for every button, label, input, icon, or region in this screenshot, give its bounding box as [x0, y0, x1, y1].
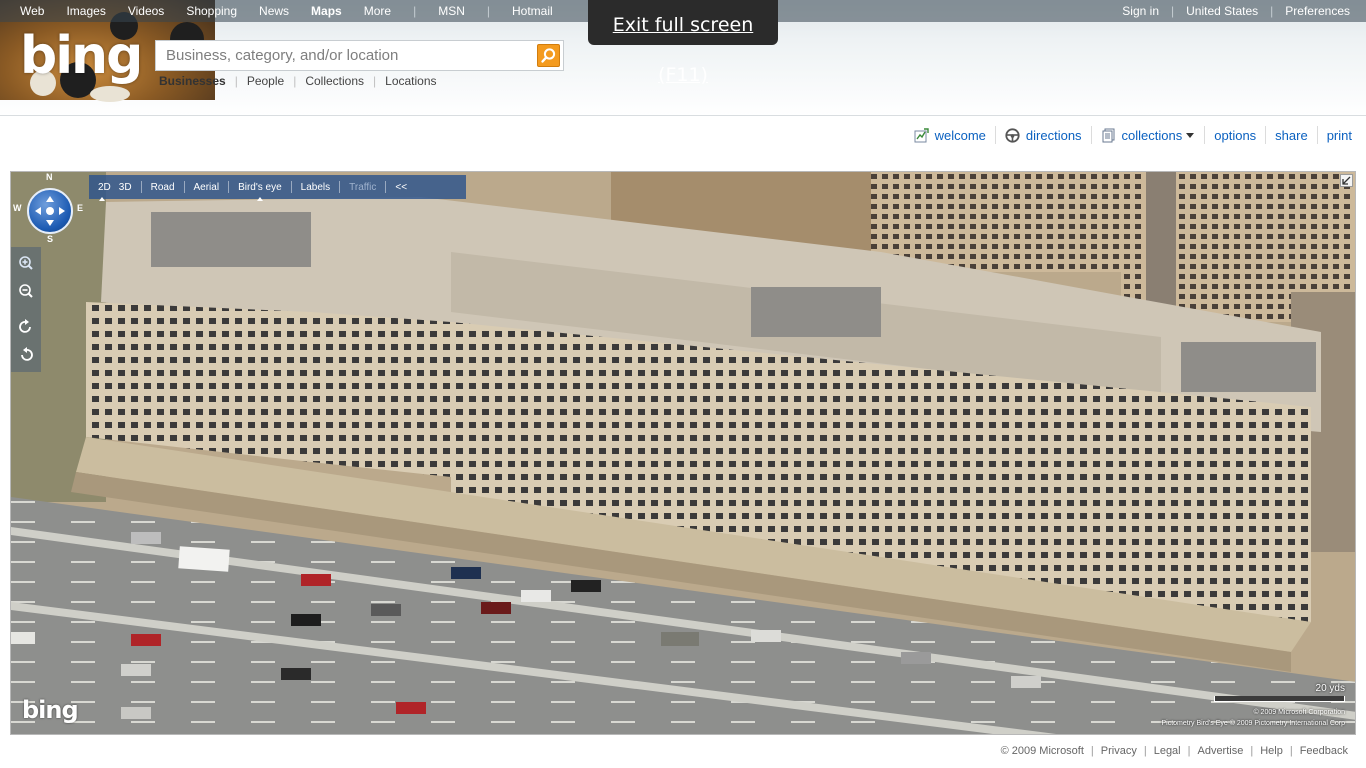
collections-icon	[1102, 128, 1115, 142]
zoom-rotate-panel	[11, 247, 41, 372]
directions-label: directions	[1025, 127, 1082, 143]
compass-control: N W E S	[11, 172, 89, 247]
search-button[interactable]	[537, 44, 560, 67]
share-link[interactable]: share	[1275, 128, 1308, 143]
scope-collections[interactable]: Collections	[305, 74, 364, 88]
nav-videos[interactable]: Videos	[128, 4, 164, 18]
nav-web[interactable]: Web	[20, 4, 44, 18]
compass-east: E	[77, 203, 84, 213]
zoom-out-button[interactable]	[18, 283, 34, 299]
nav-maps[interactable]: Maps	[311, 4, 342, 18]
print-link[interactable]: print	[1327, 128, 1352, 143]
sign-in-link[interactable]: Sign in	[1122, 4, 1159, 18]
map-style-toolbar: 2D 3D Road Aerial Bird's eye Labels Traf…	[89, 175, 466, 201]
birds-eye-aerial-image	[11, 172, 1355, 734]
compass-north: N	[46, 172, 53, 182]
region-link[interactable]: United States	[1186, 4, 1258, 18]
minimap-toggle-button[interactable]	[1340, 174, 1353, 187]
welcome-link[interactable]: welcome	[914, 128, 986, 143]
nav-shopping[interactable]: Shopping	[186, 4, 237, 18]
search-icon	[541, 48, 556, 63]
nav-msn[interactable]: MSN	[438, 4, 465, 18]
collections-link[interactable]: collections	[1101, 128, 1196, 143]
scale-label: 20 yds	[1315, 683, 1345, 694]
aerial-style-button[interactable]: Aerial	[185, 182, 229, 193]
collections-label: collections	[1121, 127, 1183, 143]
scope-people[interactable]: People	[247, 74, 284, 88]
pan-compass[interactable]	[27, 188, 73, 234]
arrow-diagonal-icon	[1342, 176, 1351, 185]
map-copyright: © 2009 Microsoft Corporation Pictometry …	[1161, 707, 1345, 729]
preferences-link[interactable]: Preferences	[1285, 4, 1350, 18]
map-bing-logo: bing	[22, 696, 79, 724]
chevron-down-icon	[1186, 133, 1195, 138]
options-link[interactable]: options	[1214, 128, 1256, 143]
road-style-button[interactable]: Road	[142, 182, 184, 193]
divider: |	[486, 4, 490, 18]
footer-help-link[interactable]: Help	[1260, 745, 1283, 757]
divider: |	[1171, 4, 1175, 18]
nav-images[interactable]: Images	[66, 4, 105, 18]
map-scale: 20 yds	[1214, 683, 1345, 702]
scope-locations[interactable]: Locations	[385, 74, 436, 88]
footer-copyright: © 2009 Microsoft	[1000, 745, 1084, 757]
footer-feedback-link[interactable]: Feedback	[1300, 745, 1348, 757]
bing-logo[interactable]: bing	[20, 26, 144, 86]
search-scope-tabs: Businesses | People | Collections | Loca…	[159, 74, 437, 88]
copyright-line: © 2009 Microsoft Corporation	[1253, 709, 1345, 716]
rotate-counterclockwise-icon	[21, 347, 33, 361]
view-2d-button[interactable]: 2D	[89, 182, 115, 201]
birds-eye-style-button[interactable]: Bird's eye	[229, 182, 291, 201]
nav-hotmail[interactable]: Hotmail	[512, 4, 553, 18]
zoom-out-icon	[19, 284, 33, 298]
divider: |	[413, 4, 417, 18]
welcome-icon	[914, 127, 929, 142]
map-actions-bar: welcome directions collections options s…	[914, 125, 1352, 145]
footer: © 2009 Microsoft | Privacy | Legal | Adv…	[1000, 745, 1348, 757]
labels-toggle[interactable]: Labels	[292, 182, 339, 193]
search-box	[155, 40, 564, 71]
copyright-line: Pictometry Bird's Eye © 2009 Pictometry …	[1161, 720, 1345, 727]
pan-arrows-icon	[35, 196, 65, 226]
nav-news[interactable]: News	[259, 4, 289, 18]
compass-west: W	[13, 203, 22, 213]
view-3d-button[interactable]: 3D	[115, 182, 141, 193]
map-view[interactable]: N W E S 2D 3D Road Aerial Bird's eye Lab…	[10, 171, 1356, 735]
search-input[interactable]	[156, 41, 534, 70]
footer-privacy-link[interactable]: Privacy	[1101, 745, 1137, 757]
scale-bar	[1214, 696, 1345, 702]
collapse-toolbar-button[interactable]: <<	[386, 182, 416, 193]
footer-legal-link[interactable]: Legal	[1154, 745, 1181, 757]
footer-advertise-link[interactable]: Advertise	[1197, 745, 1243, 757]
divider: |	[1270, 4, 1274, 18]
rotate-clockwise-icon	[19, 319, 31, 333]
directions-link[interactable]: directions	[1005, 128, 1082, 143]
rotate-clockwise-button[interactable]	[18, 319, 34, 335]
welcome-label: welcome	[934, 127, 986, 143]
exit-fullscreen-tooltip[interactable]: Exit full screen (F11)	[588, 0, 778, 86]
scope-businesses[interactable]: Businesses	[159, 74, 226, 88]
steering-wheel-icon	[1005, 127, 1020, 143]
zoom-in-button[interactable]	[18, 255, 34, 271]
traffic-toggle[interactable]: Traffic	[340, 182, 385, 193]
nav-more[interactable]: More	[364, 4, 391, 18]
rotate-counterclockwise-button[interactable]	[18, 347, 34, 363]
zoom-in-icon	[19, 256, 33, 270]
